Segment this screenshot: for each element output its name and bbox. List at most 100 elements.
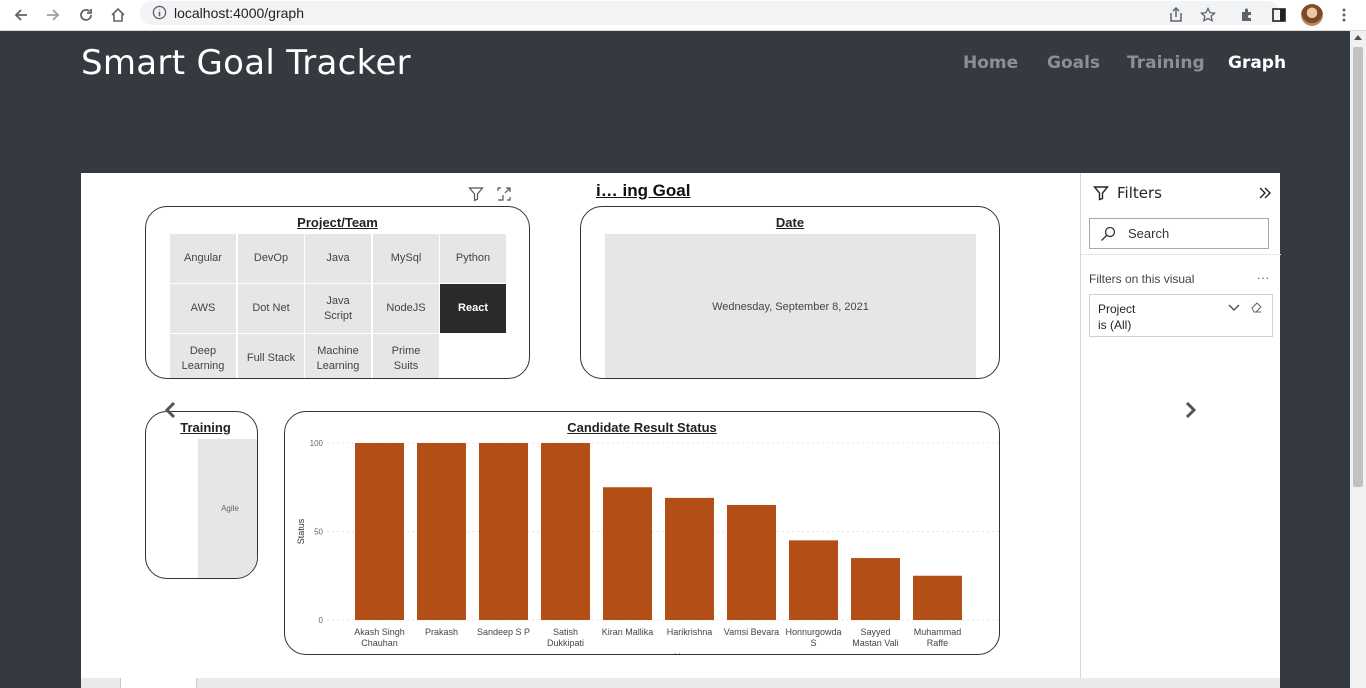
x-tick-label: Raffe — [927, 638, 948, 648]
report-title-prefix: i… — [596, 181, 618, 200]
chevron-down-icon[interactable] — [1228, 301, 1240, 313]
bookmark-star-icon[interactable] — [1197, 4, 1219, 26]
tile-full-stack[interactable]: Full Stack — [238, 334, 304, 378]
x-tick-label: Satish — [553, 627, 578, 637]
tile-angular[interactable]: Angular — [170, 234, 236, 283]
filters-pane: Filters Search Filters on this visual ..… — [1080, 173, 1281, 678]
browser-toolbar: localhost:4000/graph — [0, 0, 1366, 31]
bar[interactable] — [665, 497, 714, 620]
filter-visual-icon[interactable] — [468, 186, 484, 202]
report-title: i… ing Goal — [596, 181, 690, 201]
date-value[interactable]: Wednesday, September 8, 2021 — [605, 234, 976, 378]
tile-aws[interactable]: AWS — [170, 284, 236, 333]
x-tick-label: S — [810, 638, 816, 648]
filters-title: Filters — [1117, 184, 1162, 202]
bar[interactable] — [355, 443, 404, 620]
tile-prime-suits[interactable]: Prime Suits — [373, 334, 439, 378]
report-title-text: ing Goal — [622, 181, 691, 200]
search-placeholder: Search — [1128, 226, 1170, 241]
brand-title[interactable]: Smart Goal Tracker — [81, 43, 411, 83]
menu-kebab-icon[interactable] — [1333, 4, 1355, 26]
scroll-thumb[interactable] — [1353, 47, 1363, 487]
divider — [1081, 254, 1281, 255]
home-icon[interactable] — [107, 4, 129, 26]
x-tick-label: Honnurgowda — [785, 627, 841, 637]
filters-section-label: Filters on this visual — [1089, 272, 1195, 286]
url-text[interactable]: localhost:4000/graph — [174, 5, 304, 21]
previous-page-icon[interactable] — [163, 402, 179, 418]
x-tick-label: Akash Singh — [354, 627, 405, 637]
side-panel-icon[interactable] — [1268, 4, 1290, 26]
extensions-icon[interactable] — [1236, 4, 1258, 26]
profile-avatar[interactable] — [1301, 4, 1323, 26]
bar[interactable] — [417, 443, 466, 620]
filters-search-input[interactable]: Search — [1089, 218, 1269, 249]
nav-graph[interactable]: Graph — [1228, 53, 1286, 73]
training-slicer: Training Agile — [145, 411, 258, 579]
tile-nodejs[interactable]: NodeJS — [373, 284, 439, 333]
project-team-slicer: Project/Team Angular DevOp Java MySql Py… — [145, 206, 530, 379]
tile-devop[interactable]: DevOp — [238, 234, 304, 283]
x-tick-label: Prakash — [425, 627, 458, 637]
x-axis-label: Name — [674, 652, 698, 655]
training-title: Training — [180, 420, 231, 435]
project-filter-card[interactable]: Project is (All) — [1089, 294, 1273, 337]
collapse-pane-icon[interactable] — [1257, 185, 1273, 201]
y-tick-label: 100 — [310, 439, 324, 448]
tile-machine-learning[interactable]: Machine Learning — [305, 334, 371, 378]
address-bar[interactable]: localhost:4000/graph — [140, 1, 1280, 25]
x-tick-label: Vamsi Bevara — [724, 627, 779, 637]
date-slicer: Date Wednesday, September 8, 2021 — [580, 206, 1000, 379]
more-options-button[interactable]: ... — [1257, 268, 1270, 282]
training-value[interactable]: Agile — [198, 439, 257, 578]
x-tick-label: Sandeep S P — [477, 627, 530, 637]
x-tick-label: Harikrishna — [667, 627, 713, 637]
tile-java-script[interactable]: Java Script — [305, 284, 371, 333]
filter-value: is (All) — [1098, 318, 1132, 332]
bar[interactable] — [789, 540, 838, 620]
bar-chart: 0 50 100 Status Akash SinghChauhan Prakash San… — [296, 439, 999, 655]
share-icon[interactable] — [1165, 4, 1187, 26]
tile-python[interactable]: Python — [440, 234, 506, 283]
bar[interactable] — [603, 487, 652, 620]
y-tick-label: 50 — [314, 528, 323, 537]
bar[interactable] — [913, 575, 962, 620]
bar[interactable] — [479, 443, 528, 620]
info-icon[interactable] — [152, 5, 167, 25]
filter-icon — [1093, 186, 1109, 201]
page-tab-active[interactable] — [120, 678, 197, 688]
tile-dot-net[interactable]: Dot Net — [238, 284, 304, 333]
forward-icon[interactable] — [42, 4, 64, 26]
search-icon — [1101, 226, 1116, 241]
next-page-icon[interactable] — [1182, 402, 1198, 418]
candidate-result-chart: Candidate Result Status 0 50 100 Status Akas… — [284, 411, 1000, 655]
y-tick-label: 0 — [319, 616, 324, 625]
app-navbar: Smart Goal Tracker Home Goals Training G… — [0, 31, 1350, 94]
x-tick-label: Dukkipati — [547, 638, 584, 648]
reload-icon[interactable] — [75, 4, 97, 26]
y-axis-label: Status — [296, 518, 306, 544]
filter-name: Project — [1098, 302, 1136, 316]
page-tabs-bar — [81, 678, 1280, 688]
nav-training[interactable]: Training — [1127, 53, 1205, 73]
tile-react[interactable]: React — [440, 284, 506, 333]
bar[interactable] — [541, 443, 590, 620]
nav-home[interactable]: Home — [963, 53, 1018, 73]
tile-mysql[interactable]: MySql — [373, 234, 439, 283]
report-canvas: i… ing Goal Project/Team Angular DevOp J… — [81, 173, 1080, 678]
x-tick-label: Kiran Mallika — [602, 627, 654, 637]
project-team-title: Project/Team — [297, 215, 378, 230]
scroll-up-arrow-icon[interactable] — [1354, 35, 1362, 40]
back-icon[interactable] — [10, 4, 32, 26]
x-tick-label: Chauhan — [361, 638, 398, 648]
page-scrollbar[interactable] — [1350, 31, 1366, 688]
tile-deep-learning[interactable]: Deep Learning — [170, 334, 236, 378]
bar[interactable] — [727, 504, 776, 620]
focus-mode-icon[interactable] — [496, 186, 512, 202]
date-title: Date — [775, 215, 805, 230]
x-tick-label: Sayyed — [860, 627, 890, 637]
nav-goals[interactable]: Goals — [1047, 53, 1100, 73]
clear-filter-eraser-icon[interactable] — [1250, 301, 1262, 313]
tile-java[interactable]: Java — [305, 234, 371, 283]
bar[interactable] — [851, 558, 900, 620]
